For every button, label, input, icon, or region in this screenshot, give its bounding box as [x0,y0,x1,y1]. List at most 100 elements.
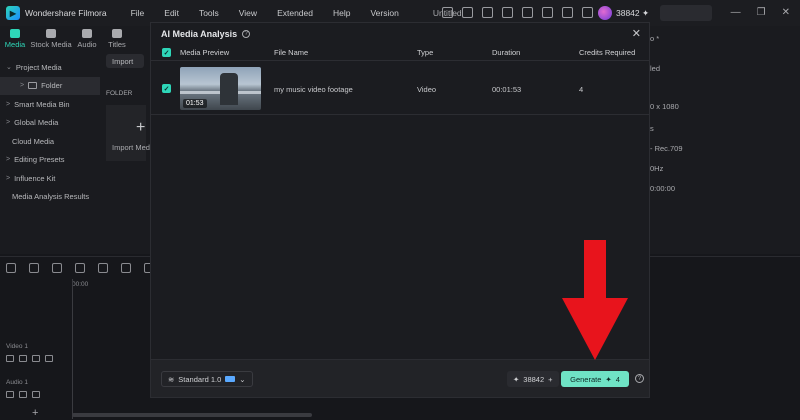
media-column: Import FOLDER + Import Media [106,54,156,161]
menu-bar: File Edit Tools View Extended Help Versi… [121,8,409,18]
plus-icon: + [136,119,146,136]
cut-icon[interactable] [121,263,131,273]
help-icon[interactable]: ? [242,30,251,38]
nav-label: Cloud Media [12,136,55,146]
close-window-icon[interactable]: ✕ [782,7,790,18]
add-track-icon[interactable]: + [32,407,38,419]
generate-button[interactable]: Generate ✦ 4 [561,371,629,387]
lock-icon[interactable] [32,355,40,362]
lightbulb-icon[interactable] [462,7,473,18]
tab-stock-media[interactable]: Stock Media [30,26,72,54]
tab-titles[interactable]: Titles [102,26,132,54]
folder-icon[interactable] [6,391,14,398]
tab-label: Stock Media [30,40,72,49]
nav-media-analysis-results[interactable]: Media Analysis Results [0,188,100,207]
menu-file[interactable]: File [121,8,155,18]
speaker-icon[interactable] [19,355,27,362]
undo-icon[interactable] [52,263,62,273]
select-all-checkbox[interactable]: ✓ [162,48,171,57]
upgrade-button[interactable] [660,5,712,21]
menu-extended[interactable]: Extended [267,8,323,18]
model-icon: ≋ [168,374,175,384]
nav-smart-media-bin[interactable]: > Smart Media Bin [0,95,100,114]
chevron-down-icon: ⌄ [239,374,246,384]
import-media-tile[interactable]: + Import Media [106,105,156,161]
track-label-audio: Audio 1 [6,379,29,386]
screenshot-icon[interactable] [502,7,513,18]
media-thumbnail: 01:53 [180,67,261,110]
redo-icon[interactable] [75,263,85,273]
thumbnail-duration: 01:53 [183,99,207,108]
monitor-icon[interactable] [482,7,493,18]
menu-version[interactable]: Version [360,8,408,18]
property-line: 0 x 1080 [650,102,679,111]
menu-edit[interactable]: Edit [154,8,189,18]
nav-label: Media Analysis Results [12,192,90,202]
column-duration: Duration [492,48,521,57]
avatar[interactable] [598,6,612,20]
headset-icon[interactable] [562,7,573,18]
video-track-controls [6,355,53,362]
lock-icon[interactable] [32,391,40,398]
row-checkbox[interactable]: ✓ [162,84,171,93]
menu-tools[interactable]: Tools [189,8,229,18]
credits-pill-value: 38842 [523,374,545,384]
generate-label: Generate [570,374,602,384]
media-tabs: Media Stock Media Audio Titles [0,26,150,54]
help-icon[interactable]: ? [635,374,644,383]
import-button[interactable]: Import [106,54,144,68]
menu-view[interactable]: View [229,8,267,18]
property-line: - Rec.709 [650,144,683,153]
property-line: led [650,64,661,73]
nav-label: Global Media [14,118,59,128]
tab-label: Titles [108,40,126,49]
select-icon[interactable] [29,263,39,273]
app-logo-icon: ▶ [6,6,20,20]
tab-audio[interactable]: Audio [72,26,102,54]
nav-cloud-media[interactable]: Cloud Media [0,132,100,151]
properties-panel: o * led 0 x 1080 s - Rec.709 0Hz 0:00:00 [650,26,800,254]
sparkle-icon: ✦ [513,374,520,384]
download-icon[interactable] [522,7,533,18]
folder-icon [28,82,38,90]
cloud-upload-icon[interactable] [542,7,553,18]
chevron-down-icon: ⌄ [6,64,12,72]
close-icon[interactable]: ✕ [632,27,641,40]
playhead[interactable] [72,279,73,419]
model-badge [225,376,236,382]
minimize-icon[interactable]: — [731,7,741,18]
text-icon [112,29,122,38]
arrow-shaft [584,240,606,302]
red-arrow-annotation [562,240,628,360]
delete-icon[interactable] [98,263,108,273]
credits-pill[interactable]: ✦ 38842 + [507,371,559,387]
app-name: Wondershare Filmora [25,8,107,18]
folder-header: FOLDER [106,90,133,97]
type-cell: Video [417,85,437,94]
eye-icon[interactable] [45,355,53,362]
left-panel: Media Stock Media Audio Titles ⌄ Project … [0,26,156,254]
nav-influence-kit[interactable]: > Influence Kit [0,169,100,188]
media-nav: ⌄ Project Media > Folder > Smart Media Bin … [0,58,100,206]
menu-help[interactable]: Help [323,8,360,18]
duration-cell: 00:01:53 [492,85,522,94]
tab-media[interactable]: Media [0,26,30,54]
layout-icon[interactable] [6,263,16,273]
chevron-right-icon: > [6,156,11,164]
file-name-cell: my music video footage [274,85,353,94]
table-row[interactable]: ✓ 01:53 my music video footage Video 00:… [151,63,649,115]
grid-icon[interactable] [582,7,593,18]
nav-global-media[interactable]: > Global Media [0,114,100,133]
folder-icon[interactable] [6,355,14,362]
generate-cost: 4 [615,374,620,384]
nav-editing-presets[interactable]: > Editing Presets [0,151,100,170]
speaker-icon[interactable] [19,391,27,398]
chevron-right-icon: > [6,174,11,182]
timeline-scrollbar[interactable] [72,413,312,417]
nav-project-media[interactable]: ⌄ Project Media [0,58,100,77]
column-credits-required: Credits Required [579,48,636,57]
model-select[interactable]: ≋ Standard 1.0 ⌄ [161,371,253,387]
send-icon[interactable] [442,7,453,18]
maximize-icon[interactable]: ❐ [757,7,766,18]
nav-folder[interactable]: > Folder [0,76,100,95]
